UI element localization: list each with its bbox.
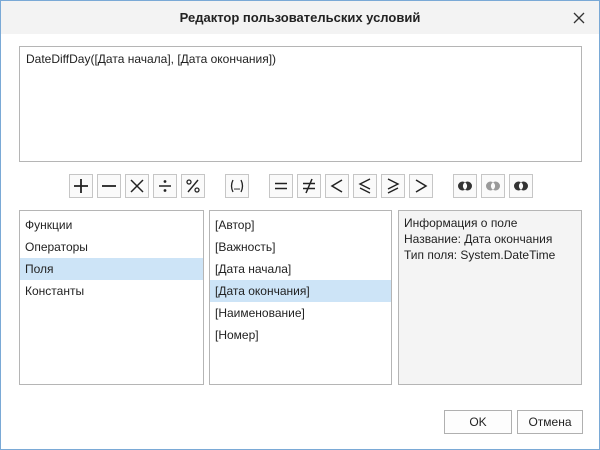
dialog-title: Редактор пользовательских условий xyxy=(179,10,421,25)
title-bar: Редактор пользовательских условий xyxy=(1,1,599,34)
plus-button[interactable] xyxy=(69,174,93,198)
less-or-equal-button[interactable] xyxy=(353,174,377,198)
multiply-icon xyxy=(130,179,144,193)
divide-icon xyxy=(159,180,171,192)
logical-and-icon xyxy=(458,181,472,191)
greater-button[interactable] xyxy=(409,174,433,198)
not-equal-icon xyxy=(303,178,315,194)
info-heading: Информация о поле xyxy=(404,216,518,230)
ok-button[interactable]: OK xyxy=(444,410,512,434)
equal-button[interactable] xyxy=(269,174,293,198)
field-item-name[interactable]: [Наименование] xyxy=(210,302,391,324)
or-button[interactable] xyxy=(481,174,505,198)
info-field-type: Тип поля: System.DateTime xyxy=(404,248,556,262)
category-item-operators[interactable]: Операторы xyxy=(20,236,203,258)
minus-icon xyxy=(102,185,116,187)
categories-list: Функции Операторы Поля Константы xyxy=(19,210,204,385)
greater-than-icon xyxy=(415,179,428,193)
percent-icon xyxy=(186,179,200,193)
multiply-button[interactable] xyxy=(125,174,149,198)
less-button[interactable] xyxy=(325,174,349,198)
cancel-button[interactable]: Отмена xyxy=(517,410,583,434)
not-button[interactable] xyxy=(509,174,533,198)
field-info-panel: Информация о поле Название: Дата окончан… xyxy=(398,210,582,385)
field-item-number[interactable]: [Номер] xyxy=(210,324,391,346)
field-item-end-date[interactable]: [Дата окончания] xyxy=(210,280,391,302)
percent-button[interactable] xyxy=(181,174,205,198)
logical-or-icon xyxy=(486,181,500,191)
close-button[interactable] xyxy=(569,8,589,28)
brackets-icon xyxy=(230,179,244,193)
not-equal-button[interactable] xyxy=(297,174,321,198)
expression-editor[interactable]: DateDiffDay([Дата начала], [Дата окончан… xyxy=(19,46,582,162)
and-button[interactable] xyxy=(453,174,477,198)
brackets-button[interactable] xyxy=(225,174,249,198)
less-than-icon xyxy=(330,179,343,193)
dialog-window: Редактор пользовательских условий DateDi… xyxy=(0,0,600,450)
equal-icon xyxy=(275,182,287,190)
divide-button[interactable] xyxy=(153,174,177,198)
logical-not-icon xyxy=(514,181,528,191)
category-item-constants[interactable]: Константы xyxy=(20,280,203,302)
minus-button[interactable] xyxy=(97,174,121,198)
fields-list: [Автор] [Важность] [Дата начала] [Дата о… xyxy=(209,210,392,385)
info-field-name: Название: Дата окончания xyxy=(404,232,553,246)
field-item-start-date[interactable]: [Дата начала] xyxy=(210,258,391,280)
category-item-functions[interactable]: Функции xyxy=(20,214,203,236)
greater-or-equal-button[interactable] xyxy=(381,174,405,198)
field-item-author[interactable]: [Автор] xyxy=(210,214,391,236)
less-or-equal-icon xyxy=(358,178,371,194)
operator-toolbar xyxy=(1,174,600,200)
field-item-importance[interactable]: [Важность] xyxy=(210,236,391,258)
greater-or-equal-icon xyxy=(387,178,400,194)
plus-icon xyxy=(74,179,88,193)
category-item-fields[interactable]: Поля xyxy=(20,258,203,280)
close-icon xyxy=(573,12,585,24)
